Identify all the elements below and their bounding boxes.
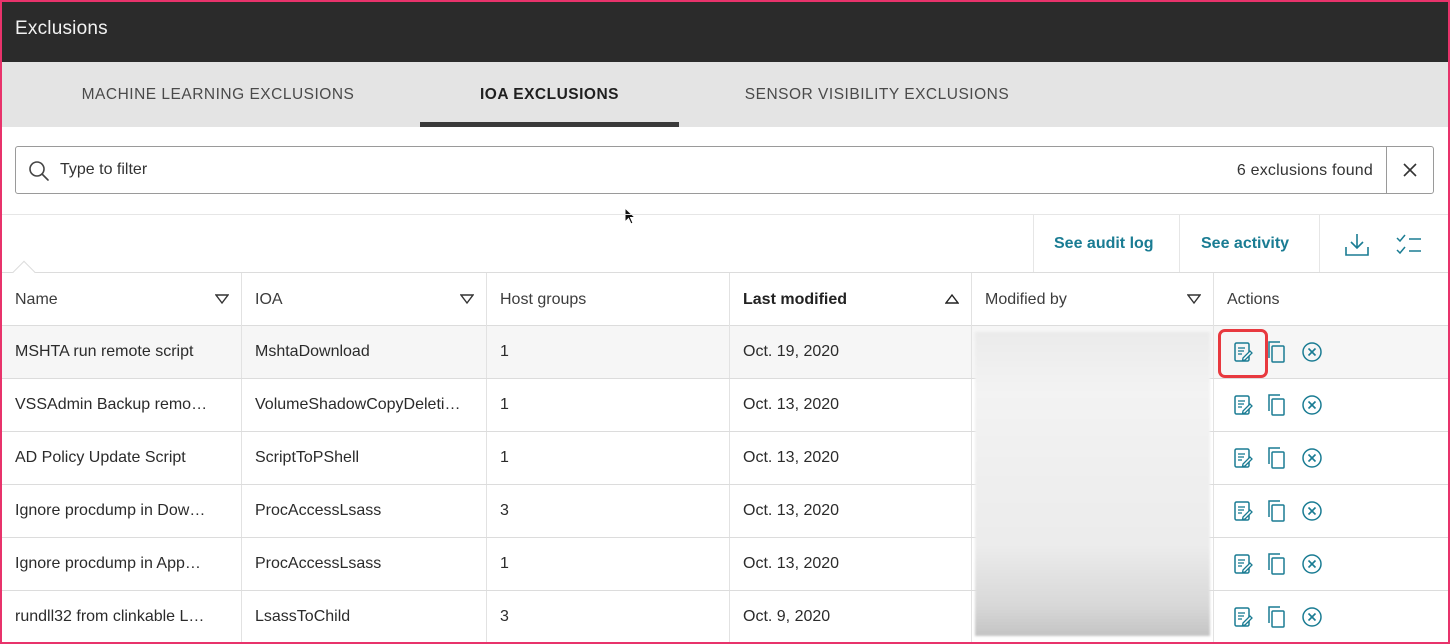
- copy-icon[interactable]: [1265, 552, 1289, 576]
- cell-name: MSHTA run remote script: [2, 326, 242, 378]
- redacted-modified-by: [975, 332, 1210, 636]
- cell-ioa: ProcAccessLsass: [242, 538, 487, 590]
- edit-icon[interactable]: [1231, 393, 1255, 417]
- exclusions-window: Exclusions MACHINE LEARNING EXCLUSIONS I…: [0, 0, 1450, 644]
- copy-icon[interactable]: [1265, 393, 1289, 417]
- table-row[interactable]: Ignore procdump in App… ProcAccessLsass 1 O…: [2, 538, 1448, 591]
- column-label: Host groups: [500, 290, 587, 308]
- copy-icon[interactable]: [1265, 340, 1289, 364]
- delete-circle-icon[interactable]: [1300, 446, 1324, 470]
- delete-circle-icon[interactable]: [1300, 552, 1324, 576]
- cell-last-modified: Oct. 13, 2020: [730, 485, 972, 537]
- column-header-name[interactable]: Name: [2, 273, 242, 326]
- delete-circle-icon[interactable]: [1300, 393, 1324, 417]
- tab-ioa-exclusions[interactable]: IOA EXCLUSIONS: [420, 62, 679, 127]
- title-bar: Exclusions: [2, 2, 1448, 62]
- cell-ioa: MshtaDownload: [242, 326, 487, 378]
- cell-ioa: ScriptToPShell: [242, 432, 487, 484]
- cell-actions: [1214, 591, 1448, 642]
- table-header: Name IOA Host groups Last modified Modif…: [2, 260, 1448, 326]
- edit-icon[interactable]: [1231, 499, 1255, 523]
- table-row[interactable]: AD Policy Update Script ScriptToPShell 1 Oc…: [2, 432, 1448, 485]
- cell-last-modified: Oct. 13, 2020: [730, 538, 972, 590]
- table-toolbar: See audit log See activity: [2, 214, 1448, 273]
- tab-bar: MACHINE LEARNING EXCLUSIONS IOA EXCLUSIO…: [2, 62, 1448, 127]
- cell-host-groups: 3: [487, 591, 730, 642]
- sort-down-icon: [460, 294, 474, 305]
- cell-ioa: VolumeShadowCopyDeleti…: [242, 379, 487, 431]
- cell-host-groups: 1: [487, 379, 730, 431]
- cell-ioa: ProcAccessLsass: [242, 485, 487, 537]
- toolbar-divider: [1319, 215, 1320, 273]
- tab-label: IOA EXCLUSIONS: [479, 85, 620, 103]
- delete-circle-icon[interactable]: [1300, 605, 1324, 629]
- edit-icon[interactable]: [1231, 446, 1255, 470]
- column-header-modified-by[interactable]: Modified by: [972, 273, 1214, 326]
- table-row[interactable]: Ignore procdump in Dow… ProcAccessLsass 3 O…: [2, 485, 1448, 538]
- column-label: Name: [15, 290, 58, 308]
- cell-host-groups: 1: [487, 538, 730, 590]
- edit-icon[interactable]: [1231, 605, 1255, 629]
- cell-host-groups: 1: [487, 432, 730, 484]
- search-icon: [29, 161, 49, 181]
- table-row[interactable]: VSSAdmin Backup remo… VolumeShadowCopyDel…: [2, 379, 1448, 432]
- filter-input[interactable]: [60, 155, 1060, 185]
- cell-last-modified: Oct. 13, 2020: [730, 432, 972, 484]
- column-label: Last modified: [743, 290, 848, 308]
- results-count: 6 exclusions found: [1236, 162, 1373, 179]
- filter-box: 6 exclusions found: [15, 146, 1434, 194]
- close-icon: [1403, 163, 1417, 177]
- tab-label: SENSOR VISIBILITY EXCLUSIONS: [744, 85, 1010, 103]
- cell-last-modified: Oct. 13, 2020: [730, 379, 972, 431]
- cell-actions: [1214, 432, 1448, 484]
- see-audit-log-link[interactable]: See audit log: [1054, 215, 1154, 273]
- cell-actions: [1214, 538, 1448, 590]
- cell-actions: [1214, 485, 1448, 537]
- cell-name: rundll32 from clinkable L…: [2, 591, 242, 642]
- column-header-ioa[interactable]: IOA: [242, 273, 487, 326]
- sort-down-icon: [1187, 294, 1201, 305]
- sort-up-icon: [945, 293, 959, 304]
- tab-machine-learning-exclusions[interactable]: MACHINE LEARNING EXCLUSIONS: [2, 62, 434, 127]
- copy-icon[interactable]: [1265, 499, 1289, 523]
- copy-icon[interactable]: [1265, 446, 1289, 470]
- cell-ioa: LsassToChild: [242, 591, 487, 642]
- cell-last-modified: Oct. 19, 2020: [730, 326, 972, 378]
- clear-filter-button[interactable]: [1386, 147, 1433, 193]
- see-activity-link[interactable]: See activity: [1201, 215, 1289, 273]
- cell-host-groups: 3: [487, 485, 730, 537]
- cell-name: Ignore procdump in App…: [2, 538, 242, 590]
- edit-highlight-box: [1218, 329, 1268, 378]
- sort-down-icon: [215, 294, 229, 305]
- cell-actions: [1214, 379, 1448, 431]
- tab-sensor-visibility-exclusions[interactable]: SENSOR VISIBILITY EXCLUSIONS: [702, 62, 1052, 127]
- edit-icon[interactable]: [1231, 552, 1255, 576]
- column-label: Modified by: [985, 290, 1067, 308]
- copy-icon[interactable]: [1265, 605, 1289, 629]
- column-header-actions: Actions: [1214, 273, 1448, 326]
- column-label: Actions: [1227, 290, 1280, 308]
- window-title: Exclusions: [15, 18, 108, 39]
- cell-name: AD Policy Update Script: [2, 432, 242, 484]
- cell-host-groups: 1: [487, 326, 730, 378]
- table-row[interactable]: rundll32 from clinkable L… LsassToChild 3 O…: [2, 591, 1448, 642]
- column-header-last-modified[interactable]: Last modified: [730, 273, 972, 326]
- toolbar-divider: [1033, 215, 1034, 273]
- checklist-icon[interactable]: [1395, 231, 1423, 259]
- delete-circle-icon[interactable]: [1300, 499, 1324, 523]
- cell-name: VSSAdmin Backup remo…: [2, 379, 242, 431]
- delete-circle-icon[interactable]: [1300, 340, 1324, 364]
- cell-name: Ignore procdump in Dow…: [2, 485, 242, 537]
- toolbar-divider: [1179, 215, 1180, 273]
- cell-last-modified: Oct. 9, 2020: [730, 591, 972, 642]
- column-label: IOA: [255, 290, 283, 308]
- download-icon[interactable]: [1343, 231, 1371, 259]
- column-header-host-groups: Host groups: [487, 273, 730, 326]
- tab-label: MACHINE LEARNING EXCLUSIONS: [81, 85, 355, 103]
